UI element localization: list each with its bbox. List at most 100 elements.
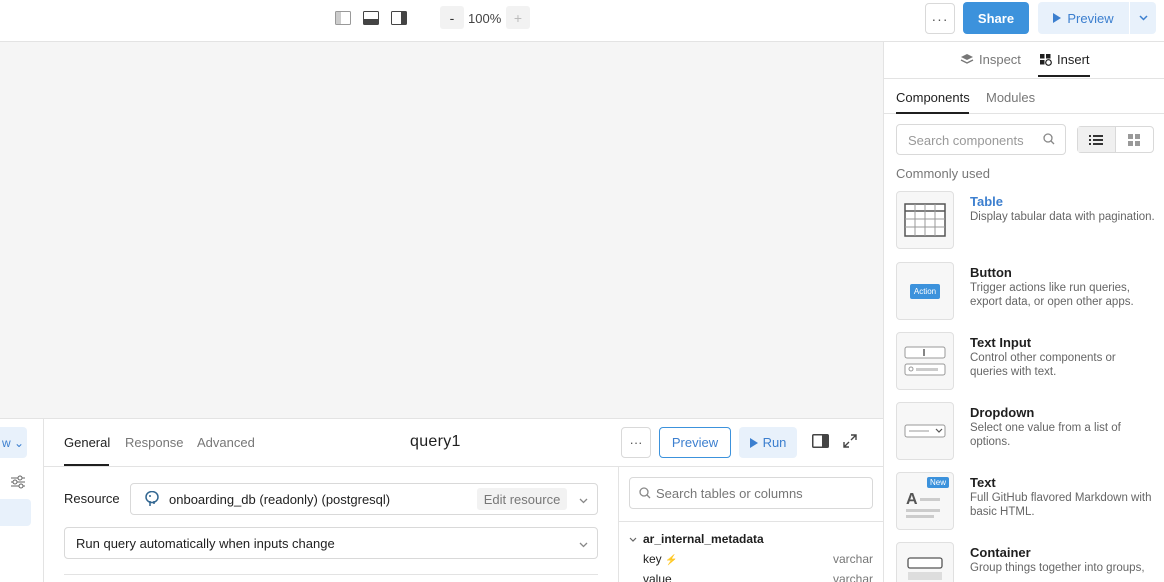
tab-insert[interactable]: Insert	[1039, 52, 1090, 67]
active-tab-indicator	[1038, 75, 1090, 77]
schema-column-row[interactable]: value varchar	[643, 572, 873, 582]
edit-resource-button[interactable]: Edit resource	[477, 488, 567, 510]
column-name: value	[643, 572, 672, 582]
insert-component-icon	[1040, 54, 1052, 66]
chevron-down-icon	[579, 536, 588, 551]
share-button[interactable]: Share	[963, 2, 1029, 34]
schema-table-name: ar_internal_metadata	[643, 532, 764, 546]
list-view-button[interactable]	[1078, 127, 1116, 152]
active-tab-indicator	[64, 464, 109, 466]
component-title: Text Input	[970, 335, 1032, 350]
dropdown-thumbnail-icon	[896, 402, 954, 460]
component-text-input[interactable]: Text Input Control other components or q…	[896, 332, 1156, 392]
new-badge: New	[927, 477, 950, 488]
component-description: Display tabular data with pagination.	[970, 211, 1155, 223]
tab-inspect[interactable]: Inspect	[960, 52, 1021, 67]
component-description: Control other components or queries with…	[970, 352, 1116, 378]
divider	[64, 574, 598, 575]
schema-column-row[interactable]: key ⚡ varchar	[643, 552, 873, 566]
column-type: varchar	[832, 552, 873, 566]
component-search-placeholder: Search components	[908, 133, 1024, 148]
preview-label: Preview	[1067, 10, 1114, 26]
query-editor-panel: w ⌄ General Response Advanced query1 ···…	[0, 418, 884, 582]
table-thumbnail-icon	[896, 191, 954, 249]
button-thumbnail-label: Action	[909, 283, 941, 299]
tab-response[interactable]: Response	[125, 435, 184, 450]
component-description: Trigger actions like run queries, export…	[970, 282, 1134, 308]
tab-general[interactable]: General	[64, 435, 110, 450]
run-label: Run	[762, 435, 787, 450]
tab-inspect-label: Inspect	[979, 52, 1021, 67]
run-trigger-select[interactable]: Run query automatically when inputs chan…	[64, 527, 598, 559]
resource-value: onboarding_db (readonly) (postgresql)	[169, 492, 391, 507]
component-title: Button	[970, 265, 1012, 280]
tab-components[interactable]: Components	[896, 90, 970, 105]
divider	[619, 521, 884, 522]
view-toggle	[1077, 126, 1154, 153]
play-icon	[1053, 13, 1062, 23]
text-thumbnail-icon: New A	[896, 472, 954, 530]
resource-select[interactable]: onboarding_db (readonly) (postgresql) Ed…	[130, 483, 598, 515]
filter-icon[interactable]	[10, 475, 26, 492]
component-text[interactable]: New A Text Full GitHub flavored Markdown…	[896, 472, 1156, 532]
query-name[interactable]: query1	[410, 433, 461, 451]
component-description: Group things together into groups,	[970, 562, 1145, 574]
chevron-down-icon	[629, 537, 637, 542]
query-list-strip: w ⌄	[0, 419, 44, 582]
left-panel-icon[interactable]	[333, 9, 353, 27]
component-dropdown[interactable]: Dropdown Select one value from a list of…	[896, 402, 1156, 462]
top-toolbar: - 100% + ··· Share Preview	[0, 0, 1164, 42]
schema-browser: Search tables or columns ar_internal_met…	[618, 467, 884, 582]
list-icon	[1089, 134, 1104, 145]
schema-search-input[interactable]: Search tables or columns	[629, 477, 873, 509]
right-sidebar: Inspect Insert Components Modules Search…	[883, 42, 1164, 582]
sidebar-subtabs: Components Modules	[884, 78, 1164, 114]
component-search-input[interactable]: Search components	[896, 124, 1066, 155]
query-general-body: Resource onboarding_db (readonly) (postg…	[44, 467, 618, 582]
component-table[interactable]: Table Display tabular data with paginati…	[896, 191, 1156, 251]
layers-icon	[960, 54, 974, 64]
schema-table-item[interactable]: ar_internal_metadata	[629, 532, 764, 546]
column-name: key ⚡	[643, 552, 678, 566]
column-type: varchar	[832, 572, 873, 582]
app-canvas[interactable]	[0, 42, 883, 418]
toggle-schema-panel-icon[interactable]	[812, 434, 829, 451]
resource-label: Resource	[64, 491, 120, 506]
button-thumbnail-icon: Action	[896, 262, 954, 320]
bottom-panel-icon[interactable]	[361, 9, 381, 27]
grid-icon	[1128, 133, 1141, 146]
tab-advanced[interactable]: Advanced	[197, 435, 255, 450]
component-container[interactable]: Container Group things together into gro…	[896, 542, 1156, 582]
chevron-down-icon	[1138, 15, 1148, 21]
zoom-out-button[interactable]: -	[440, 6, 464, 29]
component-description: Full GitHub flavored Markdown with basic…	[970, 492, 1152, 518]
selected-query-item[interactable]	[0, 499, 31, 526]
chevron-down-icon: w ⌄	[2, 435, 25, 450]
schema-search-placeholder: Search tables or columns	[656, 486, 803, 501]
component-title: Table	[970, 194, 1003, 209]
query-header: General Response Advanced query1 ··· Pre…	[44, 419, 883, 467]
preview-dropdown-button[interactable]	[1130, 2, 1156, 34]
zoom-in-button[interactable]: +	[506, 6, 530, 29]
grid-view-button[interactable]	[1116, 127, 1154, 152]
svg-text:A: A	[906, 491, 918, 508]
run-trigger-value: Run query automatically when inputs chan…	[76, 536, 335, 551]
play-icon	[749, 437, 758, 448]
active-tab-indicator	[896, 112, 969, 114]
component-title: Text	[970, 475, 996, 490]
more-options-button[interactable]: ···	[925, 3, 955, 34]
component-title: Dropdown	[970, 405, 1035, 420]
tab-modules[interactable]: Modules	[986, 90, 1035, 105]
query-list-toggle[interactable]: w ⌄	[0, 427, 27, 458]
query-more-button[interactable]: ···	[621, 427, 651, 458]
component-button[interactable]: Action Button Trigger actions like run q…	[896, 262, 1156, 322]
run-button[interactable]: Run	[739, 427, 797, 458]
text-input-thumbnail-icon	[896, 332, 954, 390]
query-preview-button[interactable]: Preview	[659, 427, 731, 458]
key-icon: ⚡	[665, 555, 678, 566]
preview-button[interactable]: Preview	[1038, 2, 1129, 34]
layout-toggles	[333, 9, 409, 27]
right-panel-icon[interactable]	[389, 9, 409, 27]
component-title: Container	[970, 545, 1031, 560]
expand-icon[interactable]	[843, 434, 857, 451]
